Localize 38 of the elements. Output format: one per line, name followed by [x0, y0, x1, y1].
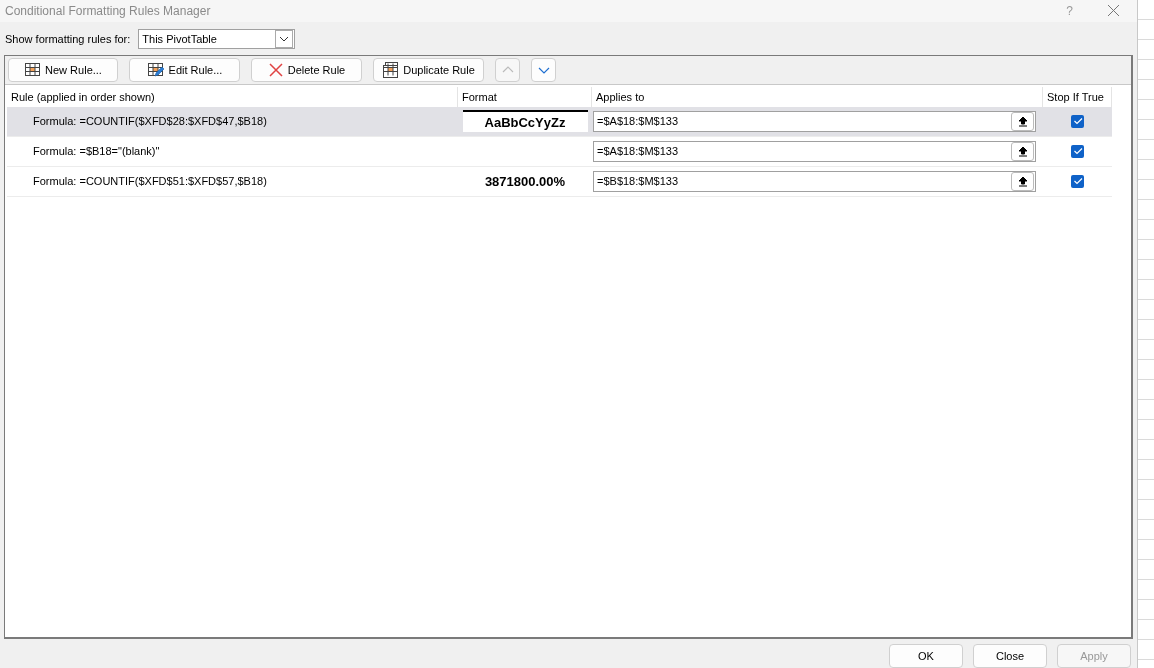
rule-text: Formula: =COUNTIF($XFD$51:$XFD$57,$B18)	[33, 175, 267, 188]
checkbox[interactable]	[1071, 174, 1084, 188]
applies-to-field[interactable]: =$B$18:$M$133	[593, 170, 1036, 192]
dialog-button[interactable]: OK	[889, 644, 963, 668]
collapse-button[interactable]	[1011, 171, 1034, 191]
format-preview: 3871800.00%	[483, 172, 567, 191]
column-header: Applies to	[592, 86, 1043, 107]
window-title: Conditional Formatting Rules Manager	[5, 3, 212, 18]
applies-to-field[interactable]: =$A$18:$M$133	[593, 110, 1036, 132]
column-header: Stop If True	[1043, 86, 1112, 107]
upload-arrow-icon	[1017, 115, 1028, 127]
upload-arrow-icon	[1017, 175, 1028, 187]
upload-arrow-icon	[1017, 145, 1028, 157]
rule-text: Formula: =$B18="(blank)"	[33, 145, 160, 158]
delete-rule-button[interactable]: Delete Rule	[251, 57, 362, 82]
rule-row[interactable]: Formula: =$B18="(blank)"	[7, 136, 458, 167]
table-icon	[24, 61, 42, 79]
close-icon	[267, 61, 284, 78]
column-header: Format	[458, 86, 592, 107]
close-icon[interactable]	[1107, 4, 1120, 18]
table-copy-icon	[382, 61, 400, 79]
checkbox[interactable]	[1071, 144, 1084, 158]
column-header: Rule (applied in order shown)	[7, 86, 458, 107]
rule-row[interactable]: Formula: =COUNTIF($XFD$28:$XFD$47,$B18)	[7, 106, 458, 137]
scope-dropdown[interactable]: This PivotTable	[138, 28, 296, 49]
rule-row[interactable]: Formula: =COUNTIF($XFD$51:$XFD$57,$B18)	[7, 166, 458, 197]
table-pencil-icon	[146, 61, 165, 79]
dialog-button[interactable]: Close	[973, 644, 1047, 668]
format-preview: AaBbCcYyZz	[462, 110, 588, 133]
edit-rule-button[interactable]: Edit Rule...	[129, 57, 240, 82]
checkbox[interactable]	[1071, 114, 1084, 128]
applies-to-field[interactable]: =$A$18:$M$133	[593, 140, 1036, 162]
new-rule-button[interactable]: New Rule...	[8, 57, 118, 82]
collapse-button[interactable]	[1011, 141, 1034, 161]
scope-label: Show formatting rules for:	[5, 32, 131, 45]
collapse-button[interactable]	[1011, 111, 1034, 131]
rule-text: Formula: =COUNTIF($XFD$28:$XFD$47,$B18)	[33, 115, 267, 128]
duplicate-rule-button[interactable]: Duplicate Rule	[373, 57, 484, 82]
